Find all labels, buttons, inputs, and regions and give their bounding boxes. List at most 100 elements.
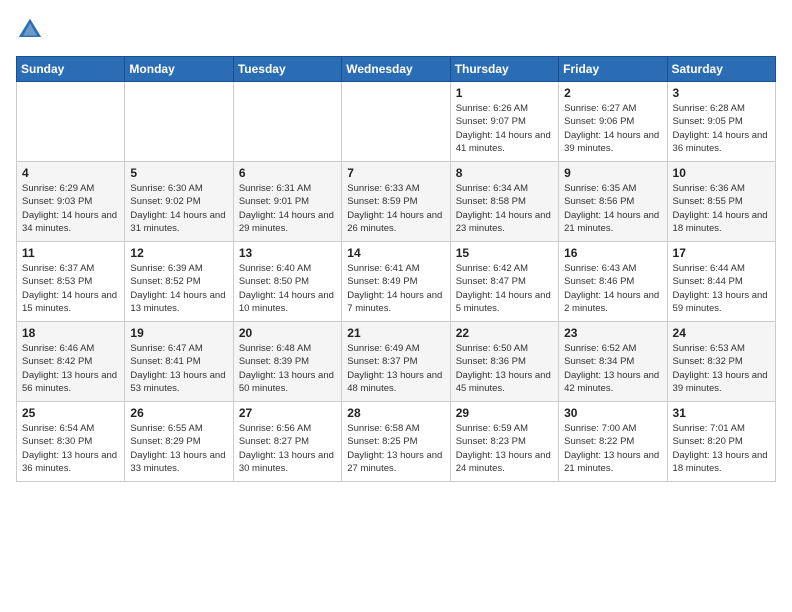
day-info: Sunrise: 6:58 AM Sunset: 8:25 PM Dayligh… [347, 422, 444, 475]
logo [16, 16, 48, 44]
day-number: 3 [673, 86, 770, 100]
day-info: Sunrise: 6:39 AM Sunset: 8:52 PM Dayligh… [130, 262, 227, 315]
week-row-3: 11 Sunrise: 6:37 AM Sunset: 8:53 PM Dayli… [17, 242, 776, 322]
day-number: 13 [239, 246, 336, 260]
day-number: 16 [564, 246, 661, 260]
day-cell: 27Sunrise: 6:56 AM Sunset: 8:27 PM Dayli… [233, 402, 341, 482]
day-number: 29 [456, 406, 553, 420]
week-row-4: 18 Sunrise: 6:46 AM Sunset: 8:42 PM Dayli… [17, 322, 776, 402]
day-number: 12 [130, 246, 227, 260]
day-number: 18 [22, 326, 119, 340]
day-info: Sunrise: 6:59 AM Sunset: 8:23 PM Dayligh… [456, 422, 553, 475]
day-info: Sunrise: 6:26 AM Sunset: 9:07 PM Dayligh… [456, 102, 553, 155]
day-number: 28 [347, 406, 444, 420]
day-number: 19 [130, 326, 227, 340]
day-cell: 31 Sunrise: 7:01 AM Sunset: 8:20 PM Dayli… [667, 402, 775, 482]
day-cell: 1Sunrise: 6:26 AM Sunset: 9:07 PM Daylig… [450, 82, 558, 162]
week-row-5: 25 Sunrise: 6:54 AM Sunset: 8:30 PM Dayli… [17, 402, 776, 482]
day-info: Sunrise: 6:55 AM Sunset: 8:29 PM Dayligh… [130, 422, 227, 475]
day-number: 11 [22, 246, 119, 260]
day-cell: 12 Sunrise: 6:39 AM Sunset: 8:52 PM Dayli… [125, 242, 233, 322]
day-info: Sunrise: 6:27 AM Sunset: 9:06 PM Dayligh… [564, 102, 661, 155]
day-info: Sunrise: 6:30 AM Sunset: 9:02 PM Dayligh… [130, 182, 227, 235]
day-cell: 5 Sunrise: 6:30 AM Sunset: 9:02 PM Daylig… [125, 162, 233, 242]
day-info: Sunrise: 6:54 AM Sunset: 8:30 PM Dayligh… [22, 422, 119, 475]
day-info: Sunrise: 6:46 AM Sunset: 8:42 PM Dayligh… [22, 342, 119, 395]
day-number: 26 [130, 406, 227, 420]
day-cell: 11 Sunrise: 6:37 AM Sunset: 8:53 PM Dayli… [17, 242, 125, 322]
day-cell: 19 Sunrise: 6:47 AM Sunset: 8:41 PM Dayli… [125, 322, 233, 402]
day-cell: 2 Sunrise: 6:27 AM Sunset: 9:06 PM Daylig… [559, 82, 667, 162]
day-cell [233, 82, 341, 162]
day-number: 20 [239, 326, 336, 340]
col-header-tuesday: Tuesday [233, 57, 341, 82]
col-header-thursday: Thursday [450, 57, 558, 82]
day-info: Sunrise: 6:44 AM Sunset: 8:44 PM Dayligh… [673, 262, 770, 315]
day-number: 7 [347, 166, 444, 180]
day-number: 4 [22, 166, 119, 180]
day-number: 5 [130, 166, 227, 180]
day-info: Sunrise: 6:43 AM Sunset: 8:46 PM Dayligh… [564, 262, 661, 315]
day-cell [125, 82, 233, 162]
day-cell: 8 Sunrise: 6:34 AM Sunset: 8:58 PM Daylig… [450, 162, 558, 242]
day-cell: 30 Sunrise: 7:00 AM Sunset: 8:22 PM Dayli… [559, 402, 667, 482]
day-cell [17, 82, 125, 162]
day-info: Sunrise: 6:35 AM Sunset: 8:56 PM Dayligh… [564, 182, 661, 235]
day-cell: 10Sunrise: 6:36 AM Sunset: 8:55 PM Dayli… [667, 162, 775, 242]
day-info: Sunrise: 6:53 AM Sunset: 8:32 PM Dayligh… [673, 342, 770, 395]
day-cell: 28 Sunrise: 6:58 AM Sunset: 8:25 PM Dayli… [342, 402, 450, 482]
day-cell: 18 Sunrise: 6:46 AM Sunset: 8:42 PM Dayli… [17, 322, 125, 402]
day-info: Sunrise: 6:50 AM Sunset: 8:36 PM Dayligh… [456, 342, 553, 395]
day-number: 10 [673, 166, 770, 180]
day-number: 22 [456, 326, 553, 340]
day-info: Sunrise: 6:41 AM Sunset: 8:49 PM Dayligh… [347, 262, 444, 315]
day-number: 31 [673, 406, 770, 420]
day-cell: 29 Sunrise: 6:59 AM Sunset: 8:23 PM Dayli… [450, 402, 558, 482]
day-cell: 20 Sunrise: 6:48 AM Sunset: 8:39 PM Dayli… [233, 322, 341, 402]
day-info: Sunrise: 6:34 AM Sunset: 8:58 PM Dayligh… [456, 182, 553, 235]
col-header-saturday: Saturday [667, 57, 775, 82]
day-cell: 16 Sunrise: 6:43 AM Sunset: 8:46 PM Dayli… [559, 242, 667, 322]
col-header-sunday: Sunday [17, 57, 125, 82]
day-info: Sunrise: 6:29 AM Sunset: 9:03 PM Dayligh… [22, 182, 119, 235]
calendar-table: SundayMondayTuesdayWednesdayThursdayFrid… [16, 56, 776, 482]
day-info: Sunrise: 6:48 AM Sunset: 8:39 PM Dayligh… [239, 342, 336, 395]
day-number: 15 [456, 246, 553, 260]
day-cell: 4 Sunrise: 6:29 AM Sunset: 9:03 PM Daylig… [17, 162, 125, 242]
day-cell: 26 Sunrise: 6:55 AM Sunset: 8:29 PM Dayli… [125, 402, 233, 482]
day-number: 2 [564, 86, 661, 100]
col-header-friday: Friday [559, 57, 667, 82]
day-number: 25 [22, 406, 119, 420]
day-cell: 7 Sunrise: 6:33 AM Sunset: 8:59 PM Daylig… [342, 162, 450, 242]
day-cell: 21 Sunrise: 6:49 AM Sunset: 8:37 PM Dayli… [342, 322, 450, 402]
day-cell: 23Sunrise: 6:52 AM Sunset: 8:34 PM Dayli… [559, 322, 667, 402]
day-info: Sunrise: 6:28 AM Sunset: 9:05 PM Dayligh… [673, 102, 770, 155]
header-row: SundayMondayTuesdayWednesdayThursdayFrid… [17, 57, 776, 82]
day-info: Sunrise: 6:33 AM Sunset: 8:59 PM Dayligh… [347, 182, 444, 235]
day-cell: 9 Sunrise: 6:35 AM Sunset: 8:56 PM Daylig… [559, 162, 667, 242]
day-cell: 6Sunrise: 6:31 AM Sunset: 9:01 PM Daylig… [233, 162, 341, 242]
day-cell [342, 82, 450, 162]
day-info: Sunrise: 6:37 AM Sunset: 8:53 PM Dayligh… [22, 262, 119, 315]
day-cell: 13 Sunrise: 6:40 AM Sunset: 8:50 PM Dayli… [233, 242, 341, 322]
day-number: 9 [564, 166, 661, 180]
day-number: 30 [564, 406, 661, 420]
day-cell: 3 Sunrise: 6:28 AM Sunset: 9:05 PM Daylig… [667, 82, 775, 162]
day-cell: 24 Sunrise: 6:53 AM Sunset: 8:32 PM Dayli… [667, 322, 775, 402]
week-row-2: 4 Sunrise: 6:29 AM Sunset: 9:03 PM Daylig… [17, 162, 776, 242]
day-number: 27 [239, 406, 336, 420]
day-info: Sunrise: 7:00 AM Sunset: 8:22 PM Dayligh… [564, 422, 661, 475]
day-number: 21 [347, 326, 444, 340]
day-number: 24 [673, 326, 770, 340]
day-cell: 15Sunrise: 6:42 AM Sunset: 8:47 PM Dayli… [450, 242, 558, 322]
day-cell: 25 Sunrise: 6:54 AM Sunset: 8:30 PM Dayli… [17, 402, 125, 482]
day-cell: 22 Sunrise: 6:50 AM Sunset: 8:36 PM Dayli… [450, 322, 558, 402]
col-header-monday: Monday [125, 57, 233, 82]
day-info: Sunrise: 6:47 AM Sunset: 8:41 PM Dayligh… [130, 342, 227, 395]
day-number: 17 [673, 246, 770, 260]
day-number: 8 [456, 166, 553, 180]
logo-icon [16, 16, 44, 44]
day-info: Sunrise: 7:01 AM Sunset: 8:20 PM Dayligh… [673, 422, 770, 475]
day-info: Sunrise: 6:40 AM Sunset: 8:50 PM Dayligh… [239, 262, 336, 315]
day-info: Sunrise: 6:49 AM Sunset: 8:37 PM Dayligh… [347, 342, 444, 395]
